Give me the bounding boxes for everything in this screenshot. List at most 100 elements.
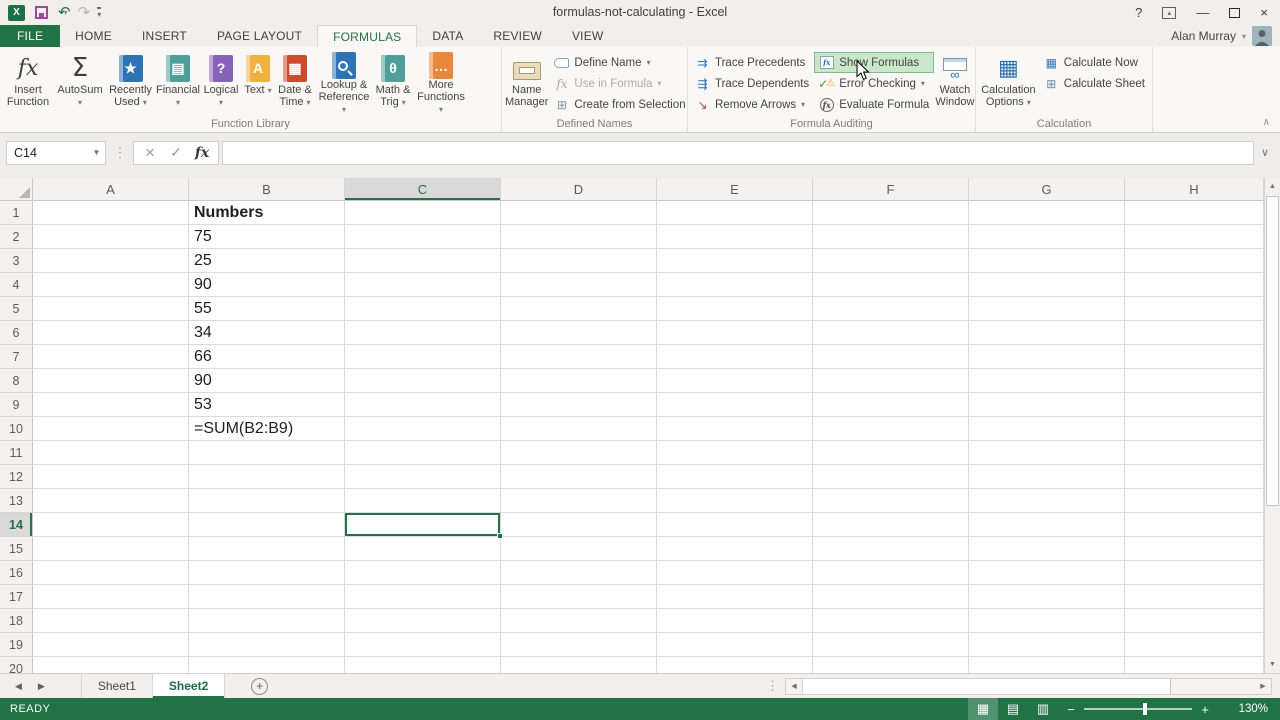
expand-formula-bar-icon[interactable]: ∨ bbox=[1254, 146, 1276, 159]
redo-button[interactable]: ↷ ▾ bbox=[78, 7, 88, 19]
cell-H15[interactable] bbox=[1125, 537, 1264, 561]
scroll-down-icon[interactable]: ▼ bbox=[1265, 656, 1280, 673]
cell-E7[interactable] bbox=[657, 345, 813, 369]
cell-C1[interactable] bbox=[345, 201, 501, 225]
cell-H17[interactable] bbox=[1125, 585, 1264, 609]
cell-A7[interactable] bbox=[33, 345, 189, 369]
cell-H16[interactable] bbox=[1125, 561, 1264, 585]
cell-A1[interactable] bbox=[33, 201, 189, 225]
tab-formulas[interactable]: FORMULAS bbox=[317, 25, 417, 47]
cell-C13[interactable] bbox=[345, 489, 501, 513]
cell-C14[interactable] bbox=[345, 513, 501, 537]
cell-D3[interactable] bbox=[501, 249, 657, 273]
cell-A13[interactable] bbox=[33, 489, 189, 513]
cell-F17[interactable] bbox=[813, 585, 969, 609]
cell-H12[interactable] bbox=[1125, 465, 1264, 489]
cell-A19[interactable] bbox=[33, 633, 189, 657]
cell-F16[interactable] bbox=[813, 561, 969, 585]
cell-B4[interactable]: 90 bbox=[189, 273, 345, 297]
cell-C20[interactable] bbox=[345, 657, 501, 673]
cell-E16[interactable] bbox=[657, 561, 813, 585]
cell-G8[interactable] bbox=[969, 369, 1125, 393]
cell-D6[interactable] bbox=[501, 321, 657, 345]
cell-D12[interactable] bbox=[501, 465, 657, 489]
cell-H6[interactable] bbox=[1125, 321, 1264, 345]
cell-G3[interactable] bbox=[969, 249, 1125, 273]
row-header-4[interactable]: 4 bbox=[0, 273, 33, 297]
cell-B2[interactable]: 75 bbox=[189, 225, 345, 249]
cell-C19[interactable] bbox=[345, 633, 501, 657]
tab-review[interactable]: REVIEW bbox=[478, 25, 557, 47]
error-checking-button[interactable]: ✓⚠ Error Checking ▾ bbox=[814, 73, 934, 94]
scroll-right-icon[interactable]: ▶ bbox=[1255, 679, 1271, 694]
cell-E14[interactable] bbox=[657, 513, 813, 537]
tab-data[interactable]: DATA bbox=[417, 25, 478, 47]
next-sheet-icon[interactable]: ▶ bbox=[38, 681, 45, 692]
cell-G18[interactable] bbox=[969, 609, 1125, 633]
cell-B15[interactable] bbox=[189, 537, 345, 561]
tab-page-layout[interactable]: PAGE LAYOUT bbox=[202, 25, 317, 47]
autosum-button[interactable]: Σ AutoSum ▾ bbox=[54, 50, 106, 118]
scroll-up-icon[interactable]: ▲ bbox=[1265, 178, 1280, 195]
cell-C12[interactable] bbox=[345, 465, 501, 489]
recently-used-button[interactable]: ★ Recently Used ▾ bbox=[106, 50, 155, 118]
evaluate-formula-button[interactable]: Evaluate Formula bbox=[814, 94, 934, 115]
cell-H13[interactable] bbox=[1125, 489, 1264, 513]
calculate-sheet-button[interactable]: ⊞ Calculate Sheet bbox=[1039, 73, 1150, 94]
cell-A6[interactable] bbox=[33, 321, 189, 345]
zoom-level[interactable]: 130% bbox=[1222, 703, 1268, 715]
cell-C6[interactable] bbox=[345, 321, 501, 345]
cell-E18[interactable] bbox=[657, 609, 813, 633]
cell-H14[interactable] bbox=[1125, 513, 1264, 537]
row-header-2[interactable]: 2 bbox=[0, 225, 33, 249]
column-header-G[interactable]: G bbox=[969, 178, 1125, 201]
trace-dependents-button[interactable]: ⇶ Trace Dependents bbox=[690, 73, 814, 94]
cell-C9[interactable] bbox=[345, 393, 501, 417]
cell-A14[interactable] bbox=[33, 513, 189, 537]
column-header-A[interactable]: A bbox=[33, 178, 189, 201]
cell-A20[interactable] bbox=[33, 657, 189, 673]
cell-B10[interactable]: =SUM(B2:B9) bbox=[189, 417, 345, 441]
cell-B16[interactable] bbox=[189, 561, 345, 585]
cell-G11[interactable] bbox=[969, 441, 1125, 465]
cell-E4[interactable] bbox=[657, 273, 813, 297]
row-header-8[interactable]: 8 bbox=[0, 369, 33, 393]
row-header-13[interactable]: 13 bbox=[0, 489, 33, 513]
zoom-slider-thumb[interactable] bbox=[1143, 703, 1147, 715]
tab-insert[interactable]: INSERT bbox=[127, 25, 202, 47]
cell-H2[interactable] bbox=[1125, 225, 1264, 249]
cell-F5[interactable] bbox=[813, 297, 969, 321]
cell-B1[interactable]: Numbers bbox=[189, 201, 345, 225]
cell-C5[interactable] bbox=[345, 297, 501, 321]
tab-view[interactable]: VIEW bbox=[557, 25, 618, 47]
row-header-6[interactable]: 6 bbox=[0, 321, 33, 345]
cell-F6[interactable] bbox=[813, 321, 969, 345]
cell-A5[interactable] bbox=[33, 297, 189, 321]
column-header-E[interactable]: E bbox=[657, 178, 813, 201]
page-layout-view-icon[interactable]: ▤ bbox=[998, 698, 1028, 720]
restore-icon[interactable] bbox=[1229, 8, 1240, 18]
cell-F1[interactable] bbox=[813, 201, 969, 225]
cell-C4[interactable] bbox=[345, 273, 501, 297]
cell-G4[interactable] bbox=[969, 273, 1125, 297]
name-manager-button[interactable]: Name Manager bbox=[504, 50, 549, 118]
row-header-5[interactable]: 5 bbox=[0, 297, 33, 321]
logical-button[interactable]: ? Logical ▾ bbox=[201, 50, 241, 118]
cell-C11[interactable] bbox=[345, 441, 501, 465]
row-header-17[interactable]: 17 bbox=[0, 585, 33, 609]
tab-home[interactable]: HOME bbox=[60, 25, 127, 47]
financial-button[interactable]: ▤ Financial ▾ bbox=[155, 50, 201, 118]
cell-E3[interactable] bbox=[657, 249, 813, 273]
help-icon[interactable]: ? bbox=[1135, 6, 1142, 19]
page-break-view-icon[interactable]: ▥ bbox=[1028, 698, 1058, 720]
row-header-18[interactable]: 18 bbox=[0, 609, 33, 633]
avatar[interactable] bbox=[1252, 26, 1272, 46]
cell-G17[interactable] bbox=[969, 585, 1125, 609]
cell-A10[interactable] bbox=[33, 417, 189, 441]
ribbon-display-options-icon[interactable]: ▴ bbox=[1162, 7, 1176, 19]
cell-B13[interactable] bbox=[189, 489, 345, 513]
column-header-F[interactable]: F bbox=[813, 178, 969, 201]
horizontal-scrollbar[interactable]: ◀ ▶ bbox=[785, 678, 1272, 695]
row-header-12[interactable]: 12 bbox=[0, 465, 33, 489]
watch-window-button[interactable]: ∞ Watch Window bbox=[934, 50, 975, 118]
